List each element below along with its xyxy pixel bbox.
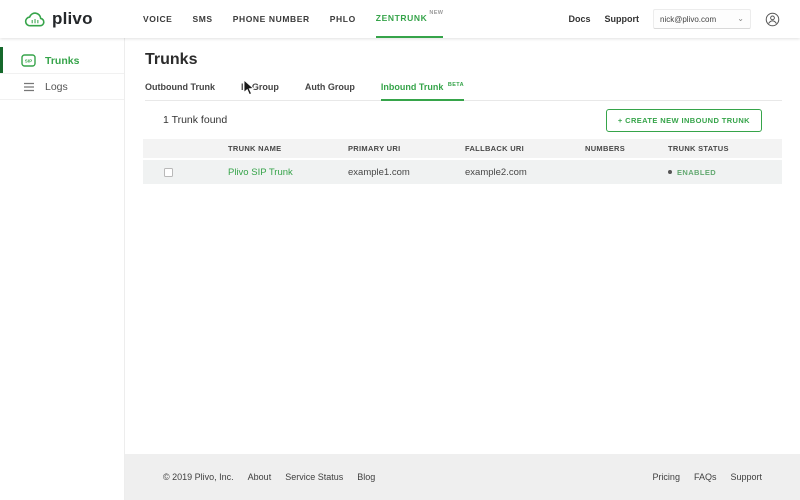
- nav-item-voice[interactable]: VOICE: [143, 0, 172, 38]
- chevron-down-icon: ⌄: [737, 15, 744, 23]
- docs-link[interactable]: Docs: [568, 14, 590, 24]
- top-navbar: plivo VOICE SMS PHONE NUMBER PHLO ZENTRU…: [0, 0, 800, 38]
- account-dropdown[interactable]: nick@plivo.com ⌄: [653, 9, 751, 29]
- page-title: Trunks: [145, 51, 800, 69]
- column-trunk-status: TRUNK STATUS: [668, 144, 782, 153]
- fallback-uri-value: example2.com: [465, 167, 585, 178]
- beta-badge: BETA: [448, 82, 464, 88]
- trunk-tabs: Outbound Trunk IP Group Auth Group Inbou…: [145, 78, 782, 101]
- row-checkbox[interactable]: [164, 168, 173, 177]
- column-fallback-uri: FALLBACK URI: [465, 144, 585, 153]
- plivo-zentrunk-console: plivo VOICE SMS PHONE NUMBER PHLO ZENTRU…: [0, 0, 800, 500]
- primary-uri-value: example1.com: [348, 167, 465, 178]
- footer-link-about[interactable]: About: [248, 472, 272, 482]
- sidebar-item-trunks[interactable]: SIP Trunks: [0, 48, 124, 74]
- logo-wordmark: plivo: [52, 9, 93, 29]
- main-content: Trunks Outbound Trunk IP Group Auth Grou…: [125, 38, 800, 500]
- empty-area: [125, 184, 800, 454]
- table-header-row: TRUNK NAME PRIMARY URI FALLBACK URI NUMB…: [143, 139, 782, 158]
- trunk-status: ENABLED: [668, 168, 782, 177]
- primary-nav: VOICE SMS PHONE NUMBER PHLO ZENTRUNK NEW: [143, 0, 443, 38]
- logs-icon: [21, 82, 36, 92]
- status-dot-icon: [668, 170, 672, 174]
- plivo-logo[interactable]: plivo: [24, 0, 93, 38]
- sidebar-item-logs[interactable]: Logs: [0, 74, 124, 100]
- sidebar-item-label: Trunks: [45, 55, 79, 67]
- navbar-right: Docs Support nick@plivo.com ⌄: [568, 0, 780, 38]
- footer-link-support[interactable]: Support: [730, 472, 762, 482]
- copyright-text: © 2019 Plivo, Inc.: [163, 472, 234, 482]
- tab-outbound-trunk[interactable]: Outbound Trunk: [145, 78, 215, 100]
- trunks-table: TRUNK NAME PRIMARY URI FALLBACK URI NUMB…: [143, 139, 782, 184]
- footer-link-pricing[interactable]: Pricing: [652, 472, 680, 482]
- column-numbers: NUMBERS: [585, 144, 668, 153]
- tab-ip-group[interactable]: IP Group: [241, 78, 279, 100]
- nav-item-sms[interactable]: SMS: [192, 0, 212, 38]
- user-avatar-icon[interactable]: [765, 12, 780, 27]
- column-primary-uri: PRIMARY URI: [348, 144, 465, 153]
- svg-text:SIP: SIP: [25, 59, 32, 64]
- results-summary: 1 Trunk found: [163, 114, 227, 126]
- support-link[interactable]: Support: [605, 14, 640, 24]
- create-inbound-trunk-button[interactable]: + CREATE NEW INBOUND TRUNK: [606, 109, 762, 132]
- status-badge: ENABLED: [677, 168, 716, 177]
- tab-auth-group[interactable]: Auth Group: [305, 78, 355, 100]
- nav-item-zentrunk[interactable]: ZENTRUNK NEW: [376, 0, 444, 38]
- trunk-toolbar: 1 Trunk found + CREATE NEW INBOUND TRUNK: [125, 101, 800, 139]
- nav-item-phlo[interactable]: PHLO: [330, 0, 356, 38]
- sidebar-item-label: Logs: [45, 81, 68, 93]
- sidebar: SIP Trunks Logs: [0, 38, 125, 500]
- trunk-name-link[interactable]: Plivo SIP Trunk: [228, 167, 293, 178]
- table-row: Plivo SIP Trunk example1.com example2.co…: [143, 160, 782, 184]
- footer-link-blog[interactable]: Blog: [357, 472, 375, 482]
- nav-item-phone-number[interactable]: PHONE NUMBER: [233, 0, 310, 38]
- footer-link-service-status[interactable]: Service Status: [285, 472, 343, 482]
- footer-link-faqs[interactable]: FAQs: [694, 472, 717, 482]
- sip-trunk-icon: SIP: [21, 54, 36, 67]
- column-trunk-name: TRUNK NAME: [228, 144, 348, 153]
- footer-right: Pricing FAQs Support: [652, 472, 762, 482]
- plivo-cloud-icon: [24, 11, 47, 28]
- footer-left: © 2019 Plivo, Inc. About Service Status …: [163, 472, 375, 482]
- tab-inbound-trunk[interactable]: Inbound Trunk BETA: [381, 78, 464, 101]
- account-email: nick@plivo.com: [660, 15, 716, 24]
- footer: © 2019 Plivo, Inc. About Service Status …: [125, 454, 800, 500]
- new-badge: NEW: [429, 10, 443, 16]
